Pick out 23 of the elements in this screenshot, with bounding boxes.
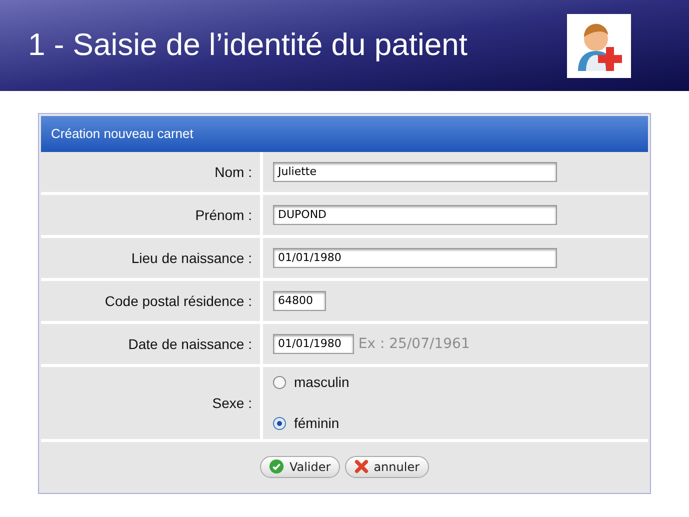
field-label: Date de naissance : xyxy=(128,334,252,354)
field-label: Lieu de naissance : xyxy=(131,248,252,268)
form-header: Création nouveau carnet xyxy=(41,116,648,152)
radio-button[interactable] xyxy=(273,417,286,430)
cancel-button[interactable]: annuler xyxy=(344,456,429,478)
radio-label: féminin xyxy=(294,414,340,433)
validate-button[interactable]: Valider xyxy=(260,456,340,478)
slide-title: 1 - Saisie de l’identité du patient xyxy=(28,26,468,64)
input-field[interactable]: Juliette xyxy=(273,162,557,182)
input-field[interactable]: DUPOND xyxy=(273,205,557,225)
cross-icon xyxy=(354,459,369,474)
radio-button[interactable] xyxy=(273,376,286,389)
patient-add-icon xyxy=(567,14,631,78)
check-icon xyxy=(269,459,284,474)
field-label: Nom : xyxy=(214,162,252,182)
date-hint: Ex : 25/07/1961 xyxy=(358,334,470,354)
radio-label: masculin xyxy=(294,373,350,392)
field-label: Code postal résidence : xyxy=(104,292,252,311)
field-label: Sexe : xyxy=(212,394,252,412)
field-label: Prénom : xyxy=(195,206,252,224)
input-field[interactable]: 64800 xyxy=(273,291,326,311)
input-field[interactable]: 01/01/1980 xyxy=(273,248,557,268)
input-field[interactable]: 01/01/1980 xyxy=(273,334,354,354)
